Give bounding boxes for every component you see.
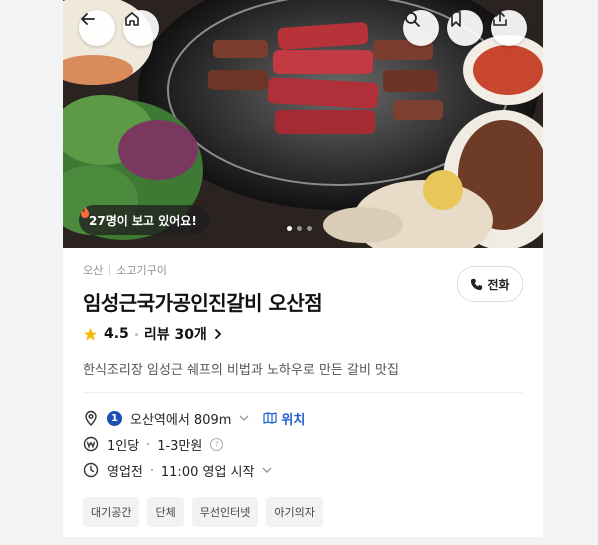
place-detail-page: 27명이 보고 있어요! 오산 소고기구이 전화 임성근국가공인진갈비 오산점 …	[63, 0, 543, 545]
back-button[interactable]	[79, 10, 115, 46]
call-button[interactable]: 전화	[457, 266, 523, 302]
star-icon	[83, 327, 98, 341]
amenity-tag: 무선인터넷	[191, 497, 259, 527]
home-button[interactable]	[123, 10, 159, 46]
rating-value: 4.5	[104, 326, 129, 342]
fire-icon	[81, 206, 89, 218]
place-info: 오산 소고기구이 전화 임성근국가공인진갈비 오산점 4.5 리뷰 30개 한식…	[83, 262, 523, 527]
search-icon	[405, 12, 420, 27]
subway-line-badge: 1	[107, 410, 122, 426]
price-row: 1인당 1-3만원 ?	[83, 431, 523, 457]
carousel-dot	[307, 226, 312, 231]
amenity-tag: 아기의자	[266, 497, 323, 527]
price-per-person-label: 1인당	[107, 438, 140, 454]
price-range: 1-3만원	[157, 438, 203, 454]
category-label: 소고기구이	[116, 264, 167, 277]
share-icon	[493, 11, 507, 26]
amenity-tag: 대기공간	[83, 497, 140, 527]
rating-separator	[134, 332, 138, 336]
share-button[interactable]	[491, 10, 527, 46]
clock-icon	[83, 462, 99, 478]
category-breadcrumb: 오산 소고기구이	[83, 262, 523, 278]
carousel-dot	[297, 226, 302, 231]
details-list: 1 오산역에서 809m 위치 1인당 1-3만원 ? 영업전 11:00 영업…	[83, 405, 523, 483]
phone-icon	[471, 278, 483, 290]
won-icon	[83, 436, 99, 452]
rating-row[interactable]: 4.5 리뷰 30개	[83, 324, 523, 344]
section-divider	[83, 392, 523, 393]
carousel-dot	[287, 226, 292, 231]
opening-hours: 11:00 영업 시작	[160, 464, 255, 480]
hero-image-carousel[interactable]: 27명이 보고 있어요!	[63, 0, 543, 248]
place-description: 한식조리장 임성근 쉐프의 비법과 노하우로 만든 갈비 맛집	[83, 363, 399, 378]
search-button[interactable]	[403, 10, 439, 46]
region-label: 오산	[83, 264, 104, 277]
price-separator	[147, 443, 150, 445]
bookmark-button[interactable]	[447, 10, 483, 46]
arrow-left-icon	[81, 13, 95, 25]
viewer-count-text: 27명이 보고 있어요!	[89, 213, 197, 228]
amenity-tags: 대기공간 단체 무선인터넷 아기의자	[83, 497, 523, 527]
category-separator	[109, 265, 111, 275]
chevron-right-icon	[214, 329, 222, 339]
hours-separator	[150, 469, 153, 471]
map-pin-icon	[85, 410, 97, 426]
help-icon[interactable]: ?	[210, 437, 224, 451]
viewer-count-badge: 27명이 보고 있어요!	[79, 205, 209, 235]
review-count[interactable]: 리뷰 30개	[144, 324, 207, 344]
location-link-label: 위치	[281, 412, 306, 428]
section-gap	[63, 537, 543, 545]
map-icon	[263, 412, 278, 424]
call-button-label: 전화	[487, 277, 510, 292]
hours-row[interactable]: 영업전 11:00 영업 시작	[83, 457, 523, 483]
chevron-down-icon[interactable]	[239, 414, 249, 422]
bookmark-icon	[451, 11, 461, 27]
location-link[interactable]: 위치	[263, 409, 305, 428]
station-distance[interactable]: 오산역에서 809m	[130, 409, 231, 428]
open-status: 영업전	[107, 464, 143, 480]
chevron-down-icon[interactable]	[262, 466, 272, 474]
amenity-tag: 단체	[147, 497, 184, 527]
location-row: 1 오산역에서 809m 위치	[83, 405, 523, 431]
home-icon	[125, 12, 139, 26]
carousel-indicator	[287, 226, 312, 231]
place-name: 임성근국가공인진갈비 오산점	[83, 291, 323, 315]
